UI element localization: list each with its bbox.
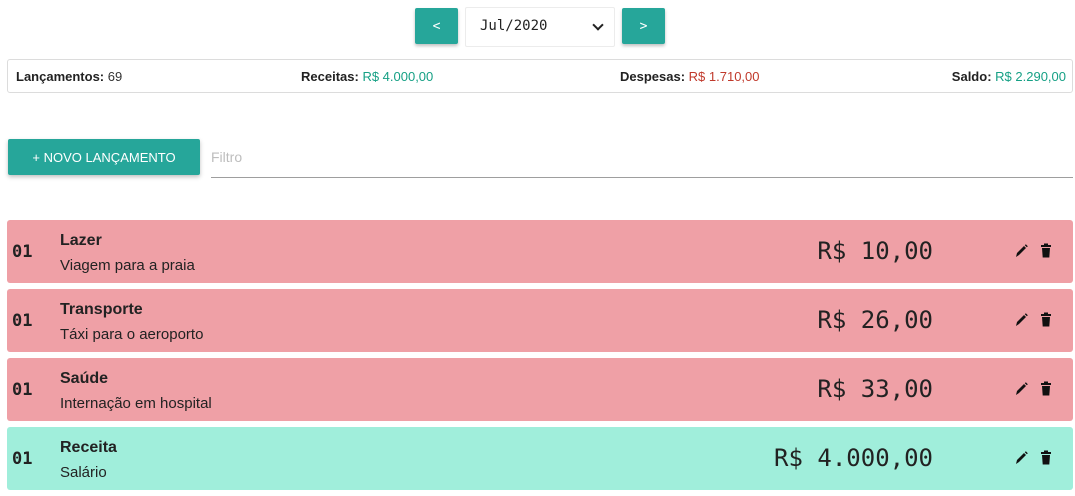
trash-icon[interactable] — [1038, 242, 1054, 260]
entry-category: Saúde — [60, 370, 109, 387]
pencil-icon[interactable] — [1013, 380, 1029, 398]
entry-row: 01 Lazer Viagem para a praia R$ 10,00 — [7, 220, 1073, 283]
entry-day: 01 — [12, 311, 33, 331]
entry-day: 01 — [12, 380, 33, 400]
entries-list: 01 Lazer Viagem para a praia R$ 10,00 01… — [7, 220, 1073, 496]
trash-icon[interactable] — [1038, 311, 1054, 329]
summary-expense: Despesas: R$ 1.710,00 — [620, 69, 760, 84]
entry-day: 01 — [12, 449, 33, 469]
entry-description: Viagem para a praia — [60, 257, 195, 274]
entry-amount: R$ 10,00 — [817, 237, 933, 265]
period-select-value: Jul/2020 — [480, 18, 548, 34]
summary-bar: Lançamentos: 69 Receitas: R$ 4.000,00 De… — [7, 59, 1073, 93]
summary-expense-value: R$ 1.710,00 — [688, 69, 760, 84]
entry-category: Transporte — [60, 301, 143, 318]
period-select[interactable]: Jul/2020 — [465, 7, 615, 47]
next-period-button[interactable]: > — [622, 8, 665, 44]
entry-amount: R$ 26,00 — [817, 306, 933, 334]
new-entry-button[interactable]: + NOVO LANÇAMENTO — [8, 139, 200, 175]
summary-count-value: 69 — [107, 69, 123, 84]
filter-input[interactable] — [211, 140, 1073, 174]
entry-category: Lazer — [60, 232, 102, 249]
entry-category: Receita — [60, 439, 117, 456]
previous-period-button[interactable]: < — [415, 8, 458, 44]
summary-balance: Saldo: R$ 2.290,00 — [952, 69, 1066, 84]
entry-amount: R$ 33,00 — [817, 375, 933, 403]
entry-description: Salário — [60, 464, 107, 481]
summary-balance-value: R$ 2.290,00 — [995, 69, 1066, 84]
summary-income-value: R$ 4.000,00 — [362, 69, 434, 84]
summary-balance-label: Saldo: — [951, 69, 992, 84]
summary-count-label: Lançamentos: — [16, 69, 105, 84]
trash-icon[interactable] — [1038, 449, 1054, 467]
pencil-icon[interactable] — [1013, 311, 1029, 329]
entry-description: Táxi para o aeroporto — [60, 326, 204, 343]
trash-icon[interactable] — [1038, 380, 1054, 398]
pencil-icon[interactable] — [1013, 449, 1029, 467]
entry-day: 01 — [12, 242, 33, 262]
entry-row: 01 Saúde Internação em hospital R$ 33,00 — [7, 358, 1073, 421]
summary-expense-label: Despesas: — [620, 69, 686, 84]
summary-income-label: Receitas: — [301, 69, 359, 84]
period-navigator: < Jul/2020 > — [415, 7, 666, 47]
entry-description: Internação em hospital — [60, 395, 212, 412]
entry-row: 01 Transporte Táxi para o aeroporto R$ 2… — [7, 289, 1073, 352]
summary-count: Lançamentos: 69 — [16, 69, 122, 84]
chevron-down-icon — [592, 19, 604, 31]
filter-field — [211, 140, 1073, 178]
entry-row: 01 Receita Salário R$ 4.000,00 — [7, 427, 1073, 490]
pencil-icon[interactable] — [1013, 242, 1029, 260]
summary-income: Receitas: R$ 4.000,00 — [301, 69, 433, 84]
entry-amount: R$ 4.000,00 — [774, 444, 933, 472]
